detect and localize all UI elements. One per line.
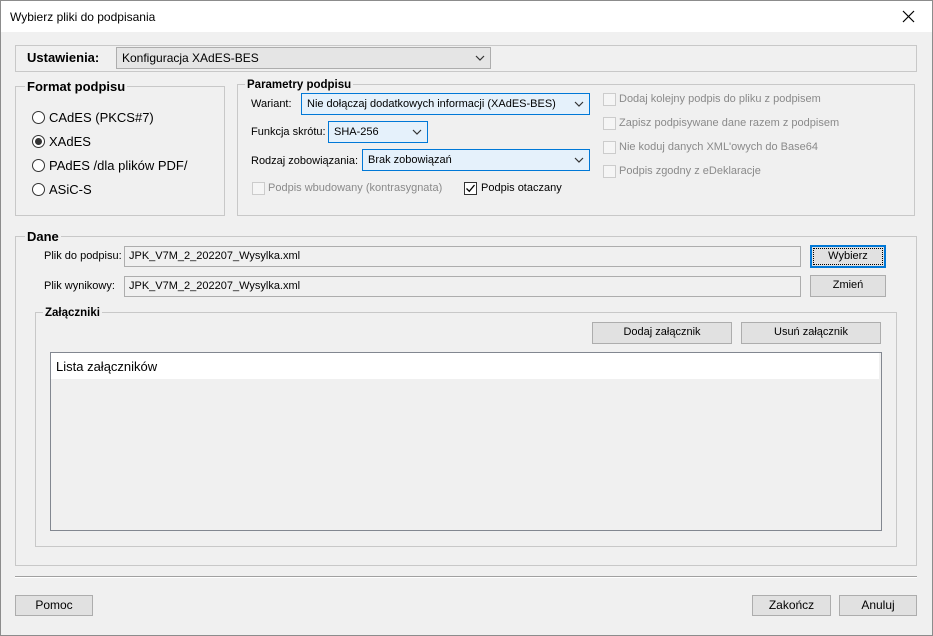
no-base64-label: Nie koduj danych XML'owych do Base64 bbox=[619, 141, 818, 153]
settings-dropdown[interactable]: Konfiguracja XAdES-BES bbox=[116, 47, 491, 69]
enveloping-signature-label: Podpis otaczany bbox=[481, 182, 562, 194]
radio-pades[interactable] bbox=[32, 159, 45, 172]
remove-attachment-button[interactable]: Usuń załącznik bbox=[741, 322, 881, 344]
edeklaracje-checkbox[interactable] bbox=[603, 165, 616, 178]
commitment-label: Rodzaj zobowiązania: bbox=[251, 155, 359, 167]
radio-cades[interactable] bbox=[32, 111, 45, 124]
radio-cades-label[interactable]: CAdES (PKCS#7) bbox=[49, 110, 154, 125]
attachments-title: Załączniki bbox=[43, 306, 102, 320]
signature-params-title: Parametry podpisu bbox=[245, 78, 354, 92]
data-group-title: Dane bbox=[25, 229, 61, 244]
edeklaracje-label: Podpis zgodny z eDeklaracje bbox=[619, 165, 761, 177]
variant-label: Wariant: bbox=[251, 98, 292, 110]
radio-xades-label[interactable]: XAdES bbox=[49, 134, 91, 149]
chevron-down-icon bbox=[475, 55, 485, 61]
embedded-signature-label: Podpis wbudowany (kontrasygnata) bbox=[268, 182, 443, 194]
enveloping-signature-checkbox[interactable] bbox=[464, 182, 477, 195]
add-attachment-button[interactable]: Dodaj załącznik bbox=[592, 322, 732, 344]
close-icon bbox=[902, 10, 915, 23]
signature-format-group bbox=[15, 86, 225, 216]
radio-asics-label[interactable]: ASiC-S bbox=[49, 182, 92, 197]
save-data-checkbox[interactable] bbox=[603, 117, 616, 130]
add-signature-checkbox[interactable] bbox=[603, 93, 616, 106]
radio-pades-label[interactable]: PAdES /dla plików PDF/ bbox=[49, 158, 187, 173]
no-base64-checkbox[interactable] bbox=[603, 141, 616, 154]
variant-dropdown[interactable]: Nie dołączaj dodatkowych informacji (XAd… bbox=[301, 93, 590, 115]
chevron-down-icon bbox=[574, 101, 584, 107]
window-title: Wybierz pliki do podpisania bbox=[10, 10, 156, 24]
chevron-down-icon bbox=[574, 157, 584, 163]
footer-separator bbox=[15, 576, 917, 578]
save-data-label: Zapisz podpisywane dane razem z podpisem bbox=[619, 117, 840, 129]
close-button[interactable] bbox=[886, 1, 932, 32]
chevron-down-icon bbox=[412, 129, 422, 135]
title-bar: Wybierz pliki do podpisania bbox=[1, 1, 932, 32]
embedded-signature-checkbox[interactable] bbox=[252, 182, 265, 195]
hash-dropdown[interactable]: SHA-256 bbox=[328, 121, 428, 143]
choose-file-button[interactable]: Wybierz bbox=[810, 245, 886, 268]
commitment-dropdown[interactable]: Brak zobowiązań bbox=[362, 149, 590, 171]
change-file-button[interactable]: Zmień bbox=[810, 275, 886, 297]
hash-label: Funkcja skrótu: bbox=[251, 126, 326, 138]
attachments-list-header: Lista załączników bbox=[51, 353, 879, 379]
help-button[interactable]: Pomoc bbox=[15, 595, 93, 616]
radio-asics[interactable] bbox=[32, 183, 45, 196]
output-file-field[interactable]: JPK_V7M_2_202207_Wysylka.xml bbox=[124, 276, 801, 297]
attachments-list[interactable]: Lista załączników bbox=[50, 352, 882, 531]
radio-xades[interactable] bbox=[32, 135, 45, 148]
finish-button[interactable]: Zakończ bbox=[752, 595, 831, 616]
settings-label: Ustawienia: bbox=[27, 50, 100, 65]
input-file-label: Plik do podpisu: bbox=[44, 250, 122, 262]
input-file-field[interactable]: JPK_V7M_2_202207_Wysylka.xml bbox=[124, 246, 801, 267]
add-signature-label: Dodaj kolejny podpis do pliku z podpisem bbox=[619, 93, 821, 105]
cancel-button[interactable]: Anuluj bbox=[839, 595, 917, 616]
checkmark-icon bbox=[466, 184, 476, 193]
signature-format-title: Format podpisu bbox=[25, 79, 128, 94]
output-file-label: Plik wynikowy: bbox=[44, 280, 115, 292]
radio-selected-dot bbox=[35, 138, 42, 145]
